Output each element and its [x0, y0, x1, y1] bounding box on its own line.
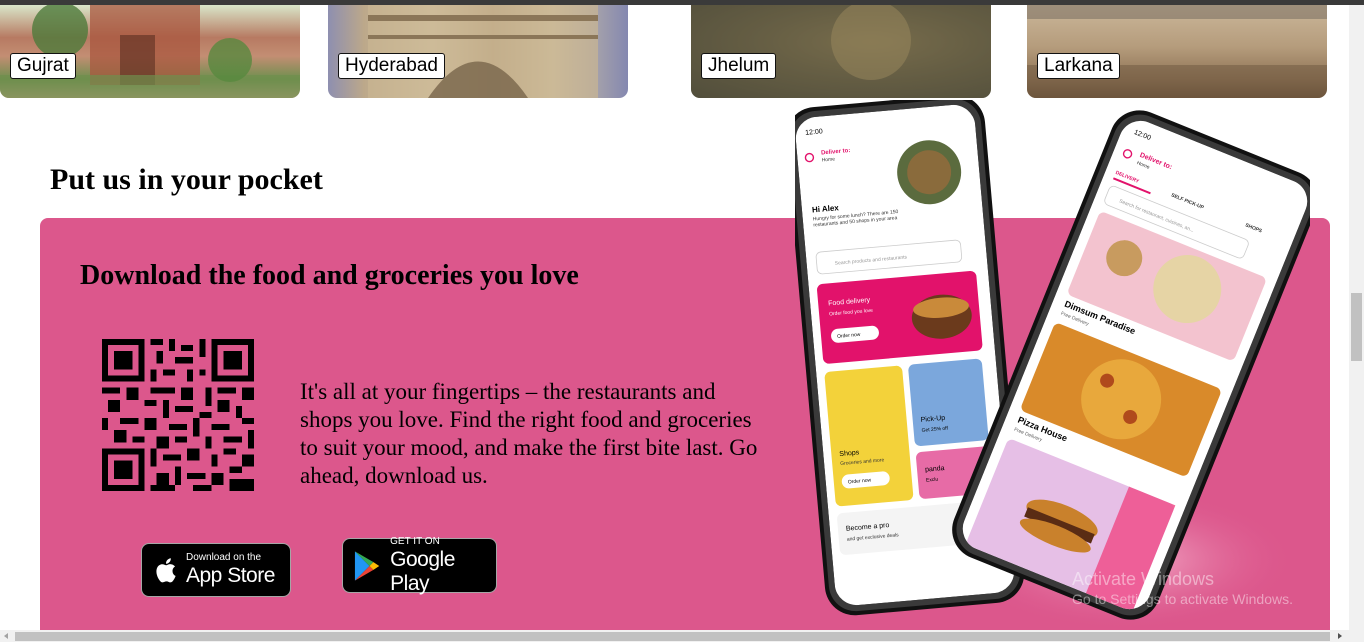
- store-big-text: App Store: [186, 564, 275, 587]
- section-title: Put us in your pocket: [50, 163, 323, 196]
- pickup-card: [908, 358, 989, 446]
- store-small-text: GET IT ON: [390, 535, 440, 547]
- vertical-scrollbar-thumb[interactable]: [1351, 293, 1362, 361]
- store-big-text: Google Play: [390, 547, 455, 595]
- city-label: Hyderabad: [338, 53, 445, 79]
- city-photo: [368, 5, 598, 98]
- panel-title: Download the food and groceries you love: [80, 260, 579, 291]
- scroll-right-arrow-icon[interactable]: [1338, 633, 1342, 639]
- scroll-left-arrow-icon[interactable]: [4, 633, 8, 639]
- city-photo: [691, 5, 991, 98]
- apple-icon: [156, 558, 176, 583]
- windows-activation-watermark: Activate Windows Go to Settings to activ…: [1072, 568, 1293, 608]
- watermark-line1: Activate Windows: [1072, 569, 1215, 589]
- city-label: Gujrat: [10, 53, 76, 79]
- city-photo: [1027, 5, 1327, 98]
- city-label: Jhelum: [701, 53, 777, 79]
- city-card-jhelum[interactable]: Jhelum: [691, 5, 991, 98]
- google-play-button[interactable]: GET IT ON Google Play: [342, 535, 497, 595]
- deliver-value: Home: [821, 156, 835, 163]
- qr-code: [102, 339, 254, 491]
- horizontal-scrollbar-thumb[interactable]: [15, 632, 1330, 641]
- app-description: It's all at your fingertips – the restau…: [300, 379, 758, 488]
- pandapro-sub: Exclu: [926, 477, 939, 484]
- google-play-icon: [354, 550, 380, 581]
- store-small-text: Download on the: [186, 552, 262, 563]
- city-card-hyderabad[interactable]: Hyderabad: [328, 5, 628, 98]
- app-store-button[interactable]: Download on the App Store: [141, 543, 291, 597]
- watermark-line2: Go to Settings to activate Windows.: [1072, 591, 1293, 607]
- city-card-larkana[interactable]: Larkana: [1027, 5, 1327, 98]
- city-photo: [0, 5, 300, 98]
- city-card-gujrat[interactable]: Gujrat: [0, 5, 300, 98]
- phones-illustration: 12:00 Deliver to: Home Hi Alex Hungry fo…: [795, 100, 1310, 630]
- city-label: Larkana: [1037, 53, 1120, 79]
